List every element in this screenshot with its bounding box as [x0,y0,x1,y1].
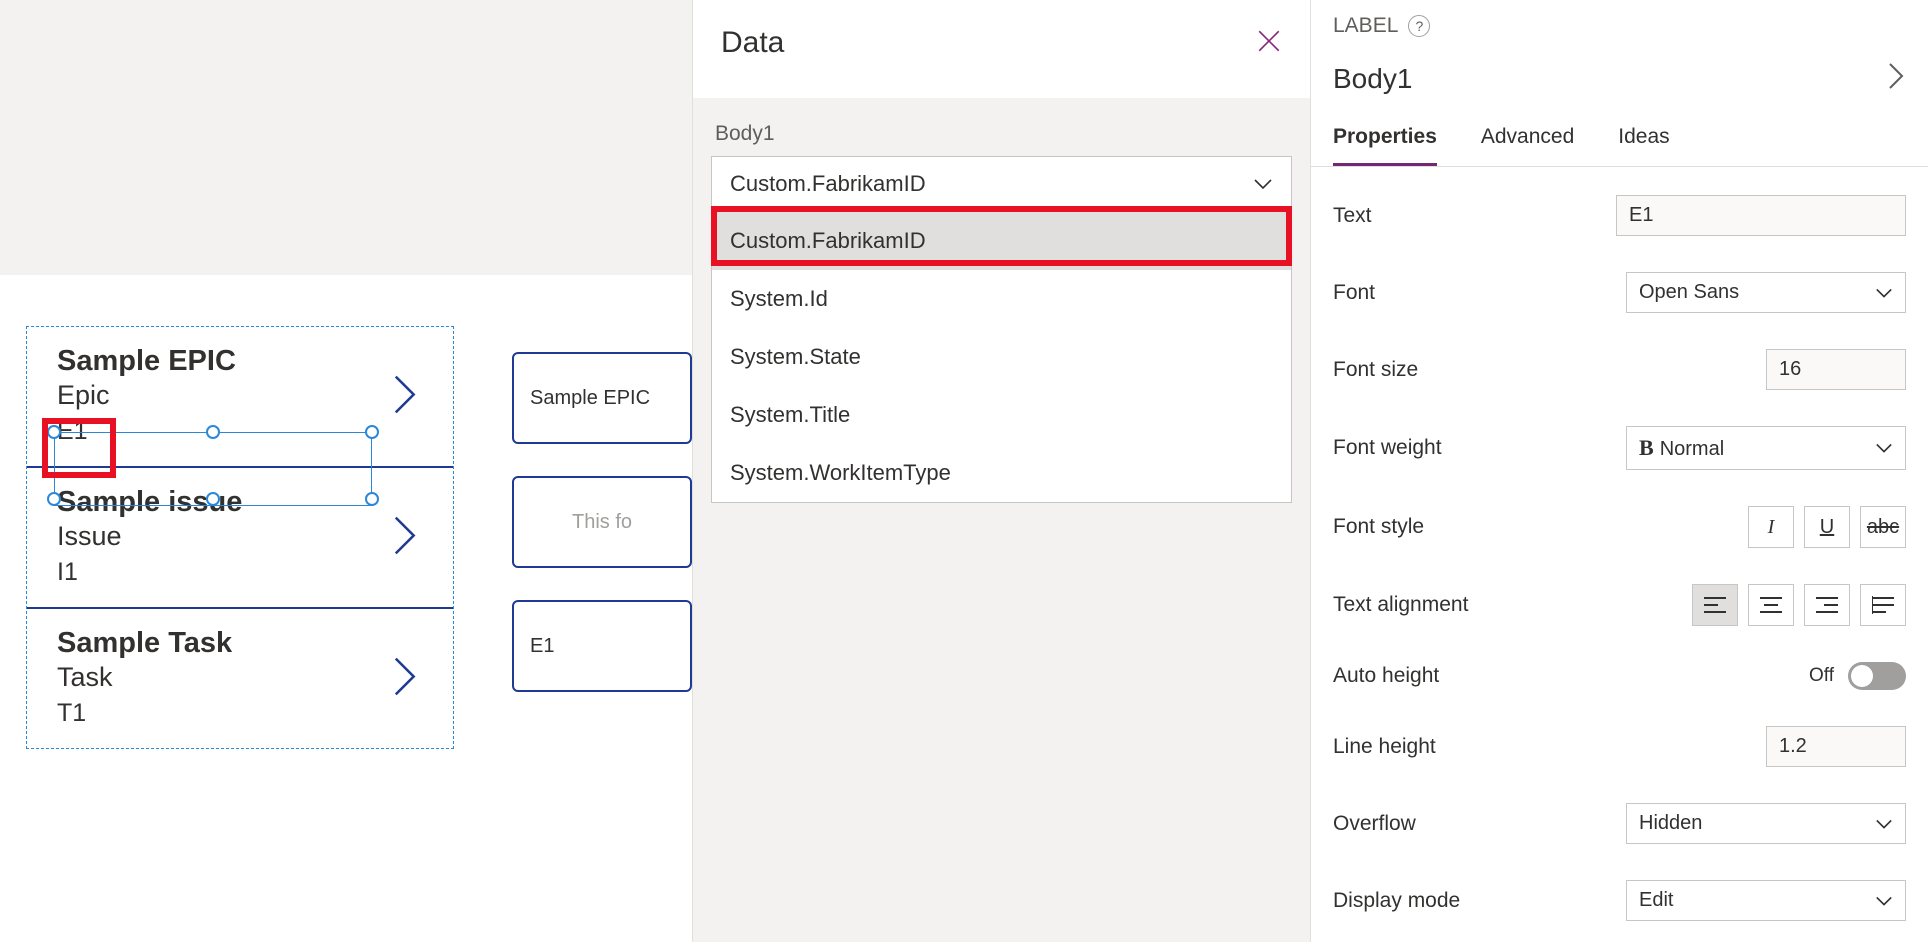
dropdown-option[interactable]: Custom.FabrikamID [712,212,1291,270]
data-panel-title: Data [721,26,784,60]
chevron-down-icon [1875,895,1893,907]
font-select[interactable]: Open Sans [1626,272,1906,313]
bold-icon: B [1639,435,1654,460]
align-center-button[interactable] [1748,584,1794,626]
data-panel: Data Body1 Custom.FabrikamID Custom.Fabr… [692,0,1310,942]
item-type: Epic [57,380,433,411]
dropdown-selected-text: Custom.FabrikamID [730,171,926,197]
tab-ideas[interactable]: Ideas [1618,125,1669,166]
overflow-label: Overflow [1333,812,1416,836]
field-dropdown[interactable]: Custom.FabrikamID Custom.FabrikamID Syst… [711,156,1292,503]
fontweight-select[interactable]: B Normal [1626,426,1906,470]
tab-advanced[interactable]: Advanced [1481,125,1574,166]
align-justify-button[interactable] [1860,584,1906,626]
chevron-right-icon[interactable] [389,371,423,422]
chevron-right-icon[interactable] [1886,60,1906,97]
dropdown-option[interactable]: System.State [712,328,1291,386]
control-name: Body1 [1333,63,1412,95]
autoheight-toggle[interactable] [1848,662,1906,690]
fontweight-label: Font weight [1333,436,1442,460]
align-right-icon [1816,596,1838,614]
gallery-item[interactable]: Sample Task Task T1 [27,609,453,748]
item-id: I1 [57,558,433,587]
preview-card[interactable]: E1 [512,600,692,692]
strikethrough-icon: abc [1867,516,1899,539]
dropdown-list: Custom.FabrikamID System.Id System.State… [712,211,1291,502]
italic-icon: I [1768,516,1775,539]
chevron-right-icon[interactable] [389,512,423,563]
control-type-label: LABEL ? [1333,14,1906,38]
dropdown-option[interactable]: System.Title [712,386,1291,444]
text-label: Text [1333,204,1372,228]
fontstyle-label: Font style [1333,515,1424,539]
underline-icon: U [1820,516,1834,539]
align-label: Text alignment [1333,593,1468,617]
dropdown-option[interactable]: System.Id [712,270,1291,328]
dropdown-option[interactable]: System.WorkItemType [712,444,1291,502]
align-justify-icon [1872,596,1894,614]
lineheight-label: Line height [1333,735,1436,759]
canvas-area: Sample EPIC Epic E1 Sample issue Issue I… [0,0,692,942]
chevron-down-icon [1253,177,1273,191]
chevron-down-icon [1875,442,1893,454]
properties-tabs: Properties Advanced Ideas [1311,125,1928,167]
align-left-icon [1704,596,1726,614]
underline-button[interactable]: U [1804,506,1850,548]
font-label: Font [1333,281,1375,305]
overflow-select[interactable]: Hidden [1626,803,1906,844]
displaymode-value: Edit [1639,889,1673,912]
preview-column: Sample EPIC This fo E1 [512,352,692,724]
item-title: Sample EPIC [57,345,433,378]
fontsize-input[interactable]: 16 [1766,349,1906,390]
italic-button[interactable]: I [1748,506,1794,548]
chevron-down-icon [1875,818,1893,830]
close-icon[interactable] [1256,28,1282,59]
properties-panel: LABEL ? Body1 Properties Advanced Ideas … [1310,0,1928,942]
displaymode-select[interactable]: Edit [1626,880,1906,921]
align-right-button[interactable] [1804,584,1850,626]
canvas-background [0,0,692,275]
item-type: Issue [57,521,433,552]
data-section-label: Body1 [715,122,1292,146]
autoheight-label: Auto height [1333,664,1439,688]
text-input[interactable]: E1 [1616,195,1906,236]
font-value: Open Sans [1639,281,1739,304]
align-center-icon [1760,596,1782,614]
fontsize-label: Font size [1333,358,1418,382]
strikethrough-button[interactable]: abc [1860,506,1906,548]
autoheight-value: Off [1809,665,1834,687]
item-id: T1 [57,699,433,728]
item-title: Sample Task [57,627,433,660]
gallery[interactable]: Sample EPIC Epic E1 Sample issue Issue I… [26,326,454,749]
lineheight-input[interactable]: 1.2 [1766,726,1906,767]
preview-card[interactable]: This fo [512,476,692,568]
tab-properties[interactable]: Properties [1333,125,1437,166]
chevron-down-icon [1875,287,1893,299]
info-icon[interactable]: ? [1408,15,1430,37]
item-type: Task [57,662,433,693]
highlight-annotation [42,418,116,478]
align-left-button[interactable] [1692,584,1738,626]
fontweight-value: Normal [1660,438,1724,460]
dropdown-selected[interactable]: Custom.FabrikamID [712,157,1291,211]
overflow-value: Hidden [1639,812,1702,835]
preview-card[interactable]: Sample EPIC [512,352,692,444]
chevron-right-icon[interactable] [389,653,423,704]
displaymode-label: Display mode [1333,889,1460,913]
